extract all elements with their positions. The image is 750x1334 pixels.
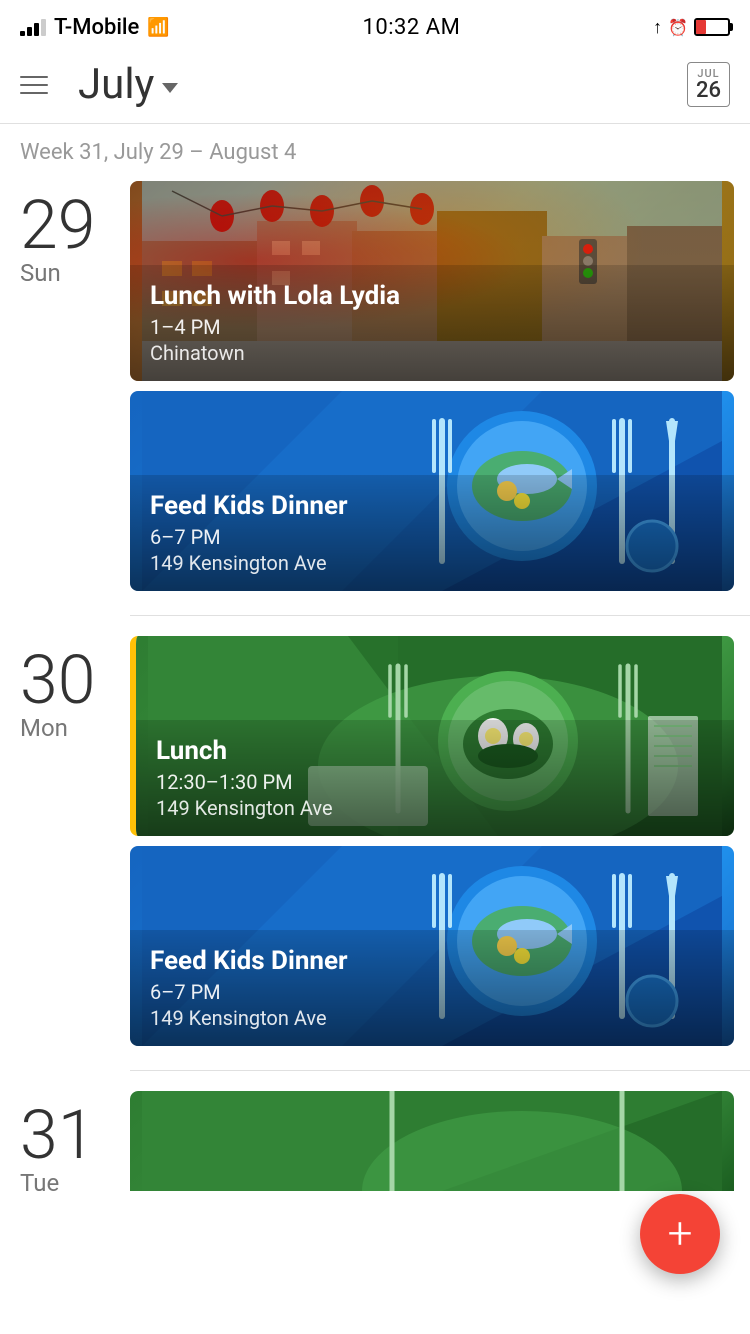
- status-bar: T-Mobile 📶 10:32 AM ↑ ⏰: [0, 0, 750, 50]
- location-arrow-icon: ↑: [653, 17, 662, 38]
- week-label: Week 31, July 29 – August 4: [0, 124, 750, 177]
- day-number-col-29: 29 Sun: [0, 177, 130, 591]
- battery-fill: [696, 20, 706, 34]
- calendar-icon-day-label: 26: [696, 80, 721, 102]
- event-location-lunch-lola: Chinatown: [150, 341, 714, 365]
- today-button[interactable]: JUL 26: [687, 62, 730, 107]
- time-display: 10:32 AM: [363, 15, 461, 40]
- event-title-feed-kids-mon: Feed Kids Dinner: [150, 946, 714, 976]
- dropdown-arrow-icon: [162, 83, 178, 93]
- month-selector[interactable]: July: [78, 60, 178, 109]
- day-name-29: Sun: [20, 259, 61, 287]
- tue-partial-svg: [130, 1091, 734, 1191]
- day-number-30: 30: [20, 646, 95, 714]
- add-event-button[interactable]: +: [640, 1194, 720, 1274]
- event-title-lunch-mon: Lunch: [156, 736, 714, 766]
- event-title-feed-kids-sun: Feed Kids Dinner: [150, 491, 714, 521]
- events-col-31: [130, 1087, 750, 1197]
- events-col-29: Lunch with Lola Lydia 1–4 PM Chinatown: [130, 177, 750, 591]
- battery-indicator: [694, 18, 730, 36]
- event-location-feed-kids-sun: 149 Kensington Ave: [150, 551, 714, 575]
- signal-bars: [20, 18, 46, 36]
- event-overlay-lunch-lola: Lunch with Lola Lydia 1–4 PM Chinatown: [130, 265, 734, 381]
- day-number-31: 31: [20, 1101, 95, 1169]
- event-card-feed-kids-mon[interactable]: Feed Kids Dinner 6–7 PM 149 Kensington A…: [130, 846, 734, 1046]
- status-left: T-Mobile 📶: [20, 15, 170, 40]
- event-overlay-feed-kids-mon: Feed Kids Dinner 6–7 PM 149 Kensington A…: [130, 930, 734, 1046]
- event-overlay-feed-kids-sun: Feed Kids Dinner 6–7 PM 149 Kensington A…: [130, 475, 734, 591]
- hamburger-line-2: [20, 84, 48, 86]
- hamburger-line-1: [20, 76, 48, 78]
- day-number-col-30: 30 Mon: [0, 632, 130, 1046]
- event-time-lunch-mon: 12:30–1:30 PM: [156, 770, 714, 794]
- event-time-feed-kids-sun: 6–7 PM: [150, 525, 714, 549]
- event-card-lunch-mon[interactable]: Lunch 12:30–1:30 PM 149 Kensington Ave: [130, 636, 734, 836]
- month-label: July: [78, 60, 154, 109]
- event-card-feed-kids-sun[interactable]: Feed Kids Dinner 6–7 PM 149 Kensington A…: [130, 391, 734, 591]
- hamburger-line-3: [20, 92, 48, 94]
- event-title-lunch-lola: Lunch with Lola Lydia: [150, 281, 714, 311]
- day-section-30: 30 Mon: [0, 616, 750, 1070]
- event-time-lunch-lola: 1–4 PM: [150, 315, 714, 339]
- event-time-feed-kids-mon: 6–7 PM: [150, 980, 714, 1004]
- alarm-icon: ⏰: [668, 18, 688, 37]
- day-section-29: 29 Sun: [0, 177, 750, 615]
- event-overlay-lunch-mon: Lunch 12:30–1:30 PM 149 Kensington Ave: [136, 720, 734, 836]
- event-location-lunch-mon: 149 Kensington Ave: [156, 796, 714, 820]
- day-name-31: Tue: [20, 1169, 59, 1197]
- menu-button[interactable]: [20, 76, 48, 94]
- event-location-feed-kids-mon: 149 Kensington Ave: [150, 1006, 714, 1030]
- header-left: July: [20, 60, 178, 109]
- wifi-icon: 📶: [147, 17, 169, 38]
- event-card-lunch-lola[interactable]: Lunch with Lola Lydia 1–4 PM Chinatown: [130, 181, 734, 381]
- tue-background-partial: [130, 1091, 734, 1191]
- fab-plus-icon: +: [668, 1211, 693, 1255]
- app-header: July JUL 26: [0, 50, 750, 124]
- carrier-label: T-Mobile: [54, 15, 139, 40]
- status-right: ↑ ⏰: [653, 17, 730, 38]
- event-card-tue-partial[interactable]: [130, 1091, 734, 1191]
- day-number-col-31: 31 Tue: [0, 1087, 130, 1197]
- day-section-31: 31 Tue: [0, 1071, 750, 1197]
- day-number-29: 29: [20, 191, 95, 259]
- day-name-30: Mon: [20, 714, 68, 742]
- events-col-30: Lunch 12:30–1:30 PM 149 Kensington Ave: [130, 632, 750, 1046]
